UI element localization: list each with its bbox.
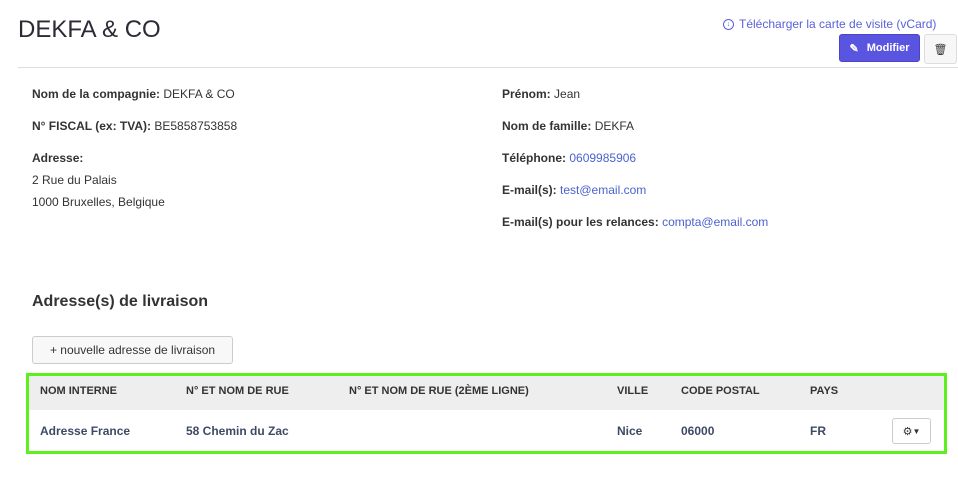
cell-internal-name: Adresse France (40, 424, 131, 438)
address-line2: 1000 Bruxelles, Belgique (32, 195, 165, 209)
column-header: N° ET NOM DE RUE (2ÈME LIGNE) (349, 385, 529, 397)
column-header: N° ET NOM DE RUE (186, 385, 289, 397)
delivery-heading: Adresse(s) de livraison (32, 293, 209, 310)
reminder-email-link[interactable]: compta@email.com (662, 215, 768, 229)
column-header: CODE POSTAL (681, 385, 760, 397)
trash-icon: 🗑 (933, 43, 948, 56)
column-header: VILLE (617, 385, 649, 397)
caret-down-icon: ▼ (912, 426, 921, 436)
delete-button[interactable]: 🗑 (924, 34, 957, 64)
add-delivery-address-button[interactable]: + nouvelle adresse de livraison (32, 336, 233, 364)
cell-city: Nice (617, 424, 643, 438)
column-header: PAYS (810, 385, 839, 397)
edit-label: Modifier (866, 42, 910, 54)
reminder-email: E-mail(s) pour les relances: compta@emai… (502, 215, 769, 229)
edit-icon: ✎ (849, 42, 859, 55)
download-vcard-link[interactable]: ↓ Télécharger la carte de visite (vCard) (723, 17, 936, 31)
gear-icon: ⚙ (902, 425, 913, 438)
company-name: Nom de la compagnie: DEKFA & CO (32, 87, 235, 101)
address-label: Adresse: (32, 151, 84, 165)
cell-street: 58 Chemin du Zac (186, 424, 289, 438)
vcard-link-label: Télécharger la carte de visite (vCard) (739, 17, 937, 31)
tax-id: N° FISCAL (ex: TVA): BE5858753858 (32, 119, 238, 133)
address-line1: 2 Rue du Palais (32, 173, 117, 187)
edit-button[interactable]: ✎ Modifier (839, 34, 920, 62)
phone: Téléphone: 0609985906 (502, 151, 637, 165)
page-title: DEKFA & CO (18, 16, 161, 43)
first-name: Prénom: Jean (502, 87, 581, 101)
email: E-mail(s): test@email.com (502, 183, 647, 197)
last-name: Nom de famille: DEKFA (502, 119, 635, 133)
email-link[interactable]: test@email.com (560, 183, 646, 197)
column-header: NOM INTERNE (40, 385, 117, 397)
phone-link[interactable]: 0609985906 (569, 151, 636, 165)
download-icon: ↓ (723, 18, 734, 30)
divider (18, 67, 958, 68)
cell-postal-code: 06000 (681, 424, 715, 438)
row-actions-dropdown[interactable]: ⚙ ▼ (892, 418, 931, 444)
cell-country: FR (810, 424, 826, 438)
